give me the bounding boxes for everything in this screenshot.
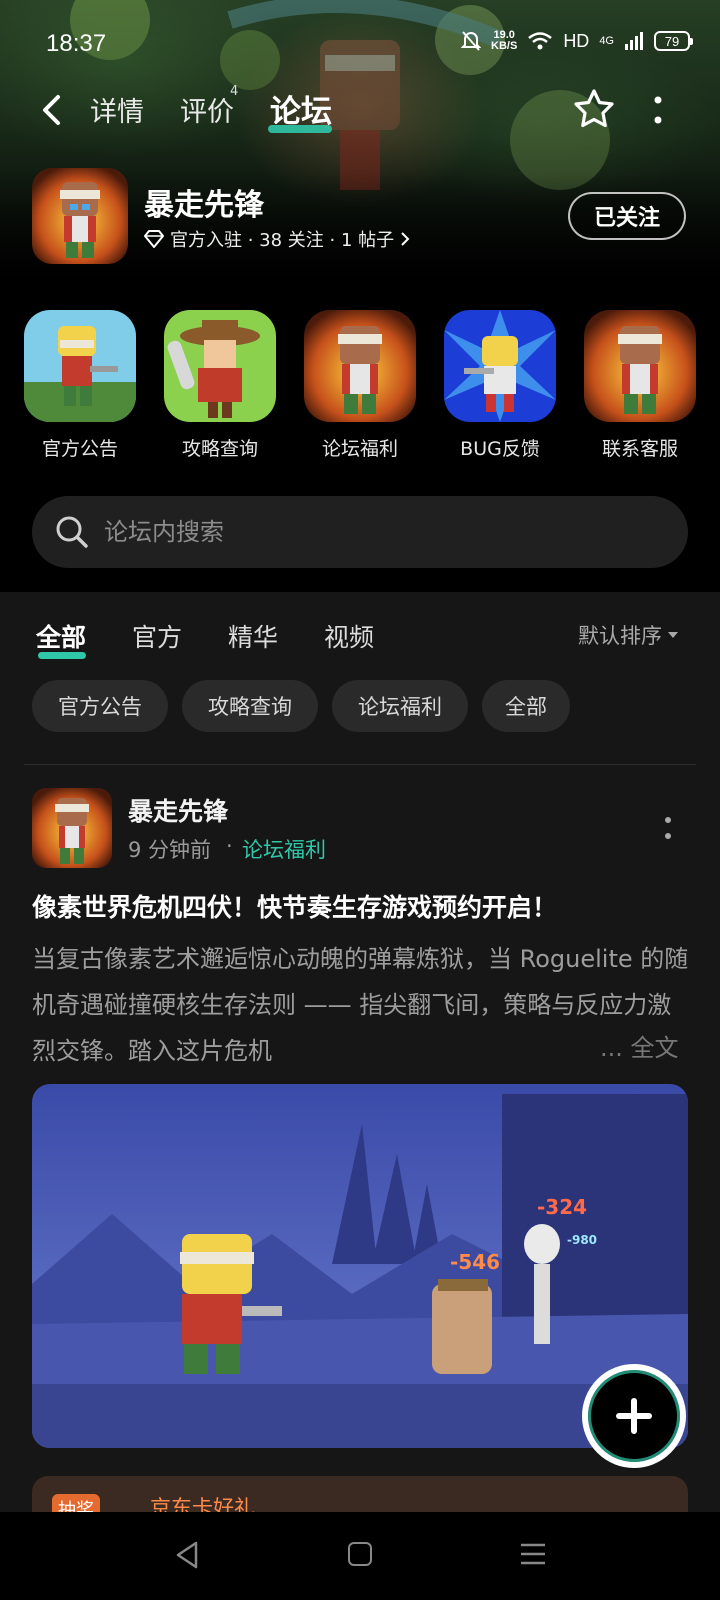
post-more-icon[interactable] xyxy=(664,816,672,840)
shortcut-guide-search-icon xyxy=(164,310,276,422)
damage-number: -980 xyxy=(567,1233,597,1247)
tab-details[interactable]: 详情 xyxy=(90,90,144,129)
shortcut-label: 攻略查询 xyxy=(181,438,258,460)
forum-search-bar[interactable] xyxy=(32,496,688,568)
post-time: 9 分钟前 xyxy=(128,838,212,862)
battery-indicator: 79 xyxy=(654,31,693,51)
promo-text: 京东卡好礼 xyxy=(150,1496,255,1512)
post-title[interactable]: 像素世界危机四伏！快节奏生存游戏预约开启！ xyxy=(32,888,692,924)
game-title: 暴走先锋 xyxy=(144,188,264,223)
lottery-badge: 抽奖 xyxy=(52,1494,100,1512)
shortcut-customer-service[interactable]: 联系客服 xyxy=(584,310,696,461)
shortcut-bug-report[interactable]: BUG反馈 xyxy=(444,310,556,461)
shortcut-forum-benefits-icon xyxy=(304,310,416,422)
network-speed-unit: KB/S xyxy=(491,40,518,52)
shortcut-guide-search[interactable]: 攻略查询 xyxy=(164,310,276,461)
game-icon-art xyxy=(32,168,128,264)
shortcut-customer-service-icon xyxy=(584,310,696,422)
tab-forum[interactable]: 论坛 xyxy=(270,86,332,131)
favorite-star-icon[interactable] xyxy=(573,88,615,130)
shortcut-label: 官方公告 xyxy=(41,438,118,460)
chip-all[interactable]: 全部 xyxy=(482,680,570,732)
tab-reviews[interactable]: 评价 xyxy=(180,90,234,129)
mute-bell-icon xyxy=(461,31,482,51)
new-post-button[interactable] xyxy=(582,1364,686,1468)
signal-icon xyxy=(625,32,643,50)
damage-number: -546 xyxy=(450,1250,500,1274)
game-info: 暴走先锋 官方入驻 · 38 关注 · 1 帖子 已关注 xyxy=(0,166,720,266)
post-author[interactable]: 暴走先锋 xyxy=(128,792,228,828)
damage-number: -324 xyxy=(537,1195,587,1219)
search-icon xyxy=(56,516,88,548)
read-full-link[interactable]: ... 全文 xyxy=(594,1028,679,1063)
post-excerpt[interactable]: 当复古像素艺术邂逅惊心动魄的弹幕炼狱，当 Roguelite 的随机奇遇碰撞硬核… xyxy=(32,936,692,1074)
author-avatar[interactable] xyxy=(32,788,112,868)
more-options-icon[interactable] xyxy=(654,96,662,124)
forum-shortcuts: 官方公告 攻略查询 论坛福利 BUG反馈 联系客服 xyxy=(0,310,720,460)
game-meta-text: 官方入驻 · 38 关注 · 1 帖子 xyxy=(170,230,395,251)
chip-official-notice[interactable]: 官方公告 xyxy=(32,680,168,732)
shortcut-label: 论坛福利 xyxy=(321,438,398,460)
post-category[interactable]: 论坛福利 xyxy=(242,834,326,864)
diamond-verified-icon xyxy=(144,230,164,248)
sort-label: 默认排序 xyxy=(578,624,662,648)
caret-down-icon xyxy=(668,632,678,638)
hd-indicator: HD xyxy=(563,30,590,51)
game-meta[interactable]: 官方入驻 · 38 关注 · 1 帖子 xyxy=(144,226,410,252)
wifi-icon xyxy=(528,32,553,50)
filter-tab-video[interactable]: 视频 xyxy=(324,618,374,654)
shortcut-label: 联系客服 xyxy=(601,438,678,460)
search-input[interactable] xyxy=(104,496,664,568)
shortcut-forum-benefits[interactable]: 论坛福利 xyxy=(304,310,416,461)
filter-tab-all[interactable]: 全部 xyxy=(36,618,86,654)
top-navigation: 详情 评价 4 论坛 xyxy=(0,82,720,138)
lottery-promo[interactable]: 抽奖 京东卡好礼 xyxy=(32,1476,688,1512)
sort-dropdown[interactable]: 默认排序 xyxy=(578,620,678,650)
chip-guide-search[interactable]: 攻略查询 xyxy=(182,680,318,732)
status-time: 18:37 xyxy=(46,30,107,57)
plus-icon xyxy=(631,1398,637,1434)
game-icon[interactable] xyxy=(32,168,128,264)
network-type: 4G xyxy=(599,35,614,47)
filter-tab-featured[interactable]: 精华 xyxy=(228,618,278,654)
separator-dot: · xyxy=(226,834,233,858)
reviews-count-badge: 4 xyxy=(230,84,239,99)
shortcut-label: BUG反馈 xyxy=(460,438,540,460)
shortcut-bug-report-icon xyxy=(444,310,556,422)
system-menu-icon[interactable] xyxy=(520,1542,546,1566)
chevron-right-icon xyxy=(401,232,410,246)
shortcut-official-notice-icon xyxy=(24,310,136,422)
chip-forum-benefits[interactable]: 论坛福利 xyxy=(332,680,468,732)
system-home-icon[interactable] xyxy=(348,1542,372,1566)
status-bar: 18:37 19.0 KB/S HD 4G 79 xyxy=(0,26,720,62)
status-indicators: 19.0 KB/S HD 4G 79 xyxy=(461,30,693,52)
follow-button[interactable]: 已关注 xyxy=(568,192,686,240)
filter-tab-official[interactable]: 官方 xyxy=(132,618,182,654)
network-speed: 19.0 KB/S xyxy=(491,30,517,52)
back-arrow-icon[interactable] xyxy=(38,94,66,126)
divider xyxy=(24,764,696,765)
system-navigation-bar xyxy=(0,1512,720,1600)
shortcut-official-notice[interactable]: 官方公告 xyxy=(24,310,136,461)
system-back-icon[interactable] xyxy=(174,1540,200,1570)
